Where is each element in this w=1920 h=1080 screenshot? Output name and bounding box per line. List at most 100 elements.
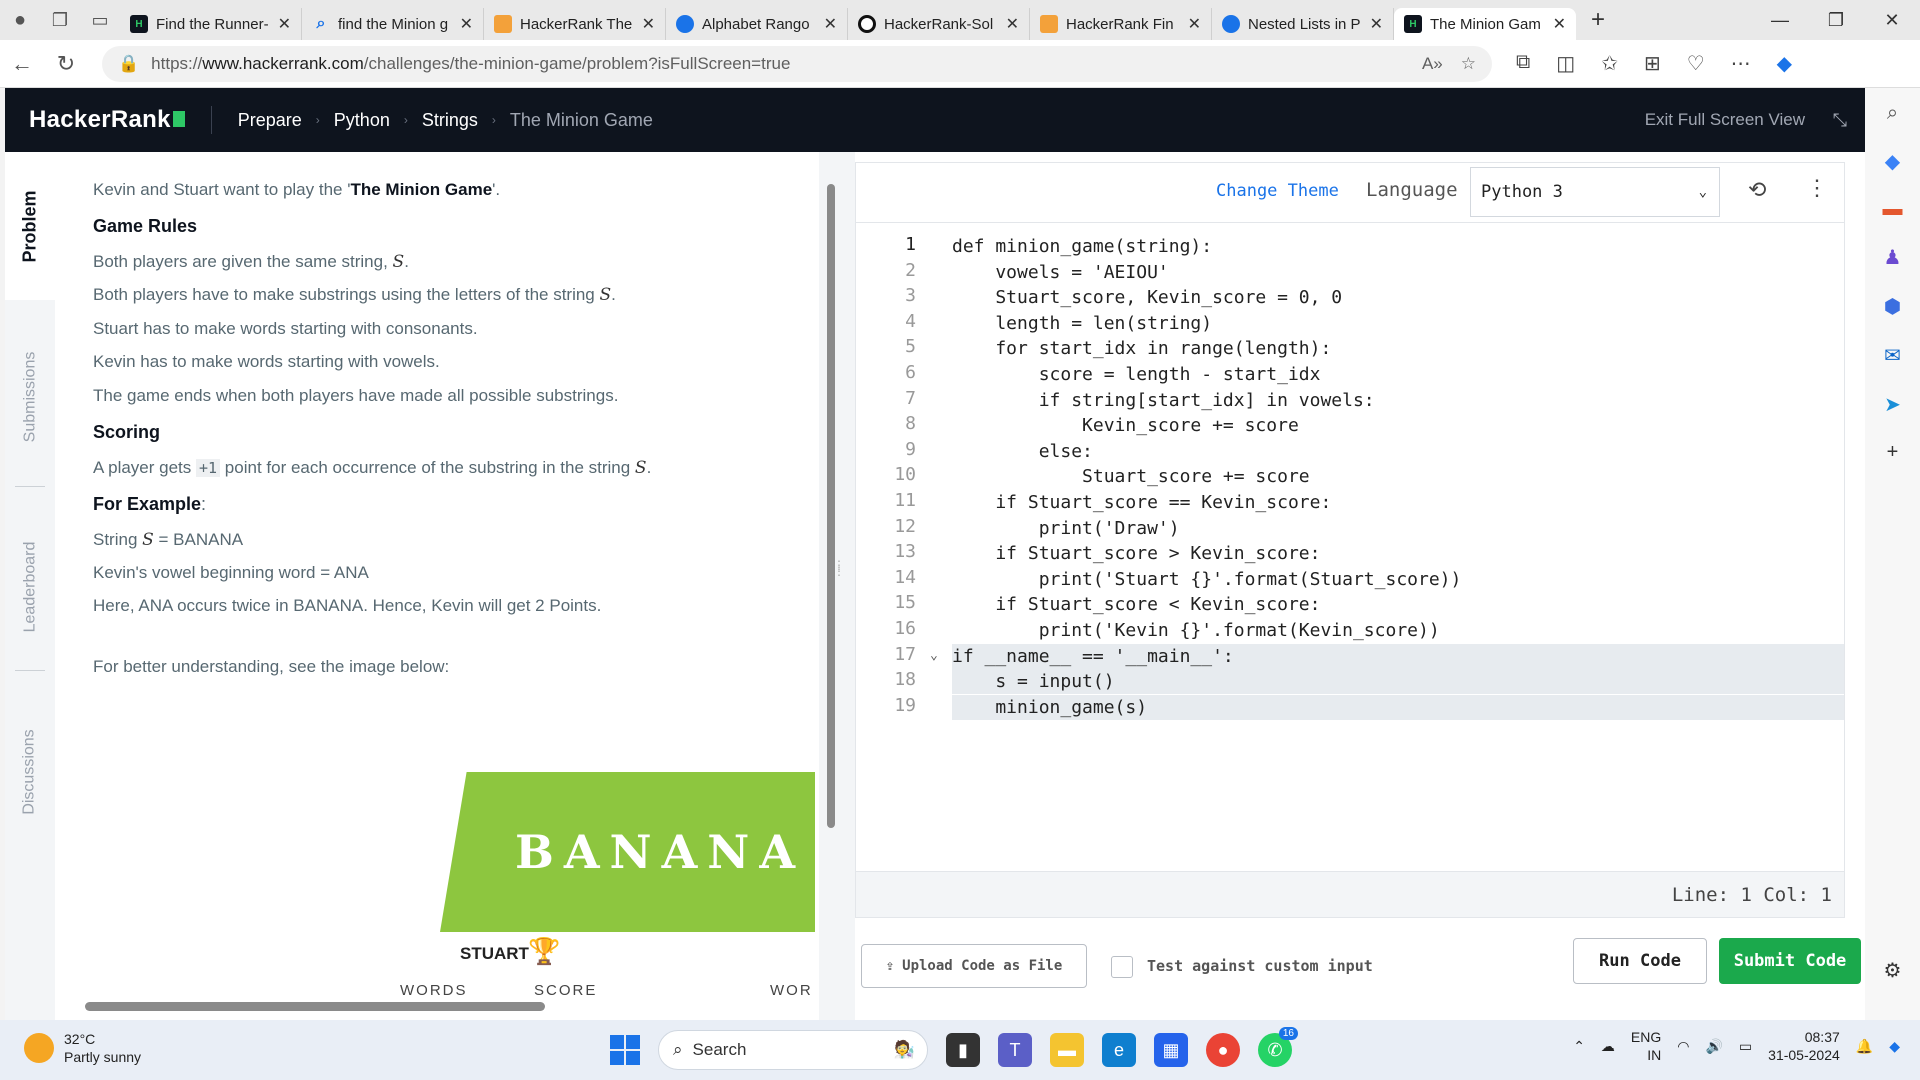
chrome-icon[interactable]: ●: [1206, 1033, 1240, 1067]
editor-outer-scroll-thumb[interactable]: [827, 184, 835, 828]
browser-tab[interactable]: Nested Lists in P ✕: [1212, 8, 1394, 40]
code-line[interactable]: def minion_game(string):: [952, 234, 1844, 259]
clock[interactable]: 08:37 31-05-2024: [1768, 1028, 1840, 1064]
browser-tab[interactable]: HackerRank-Sol ✕: [848, 8, 1030, 40]
outlook-icon[interactable]: ✉: [1884, 343, 1901, 368]
code-line[interactable]: if Stuart_score > Kevin_score:: [952, 541, 1844, 566]
editor-outer-scrollbar[interactable]: [825, 158, 837, 1018]
workspaces-icon[interactable]: ❐: [40, 10, 80, 31]
volume-icon[interactable]: 🔊: [1705, 1038, 1722, 1055]
close-tab-icon[interactable]: ✕: [824, 14, 837, 34]
battery-icon[interactable]: ▭: [1739, 1038, 1752, 1055]
close-tab-icon[interactable]: ✕: [460, 14, 473, 34]
custom-input-checkbox[interactable]: [1111, 956, 1133, 978]
task-view-icon[interactable]: ▮: [946, 1033, 980, 1067]
hackerrank-logo[interactable]: HackerRank: [29, 106, 185, 134]
favorites-icon[interactable]: ✩: [1601, 51, 1618, 76]
problem-h-scroll-thumb[interactable]: [85, 1002, 545, 1011]
more-menu-icon[interactable]: ⋯: [1731, 51, 1751, 76]
file-explorer-icon[interactable]: ▬: [1050, 1033, 1084, 1067]
tab-problem[interactable]: Problem: [5, 152, 55, 300]
m365-icon[interactable]: ⬢: [1884, 294, 1901, 319]
language-indicator[interactable]: ENG IN: [1631, 1028, 1661, 1064]
edge-icon[interactable]: e: [1102, 1033, 1136, 1067]
collapse-icon[interactable]: ⤡: [1833, 110, 1847, 131]
language-select[interactable]: Python 3 ⌄: [1470, 167, 1720, 217]
code-line[interactable]: minion_game(s): [952, 694, 1844, 720]
custom-input-label[interactable]: Test against custom input: [1147, 957, 1373, 975]
url-field[interactable]: 🔒 https://www.hackerrank.com/challenges/…: [102, 45, 1492, 82]
browser-tab[interactable]: HackerRank Fin ✕: [1030, 8, 1212, 40]
history-icon[interactable]: ⟲: [1748, 177, 1766, 203]
browser-tab[interactable]: Alphabet Rango ✕: [666, 8, 848, 40]
onedrive-icon[interactable]: ☁: [1601, 1038, 1615, 1055]
back-icon[interactable]: ←: [0, 51, 44, 77]
close-tab-icon[interactable]: ✕: [1006, 14, 1019, 34]
collections-icon[interactable]: ⊞: [1644, 51, 1661, 76]
performance-icon[interactable]: ♡: [1687, 51, 1705, 76]
start-icon[interactable]: [610, 1035, 640, 1065]
close-tab-icon[interactable]: ✕: [1370, 14, 1383, 34]
code-line[interactable]: print('Kevin {}'.format(Kevin_score)): [952, 618, 1844, 643]
code-line[interactable]: else:: [952, 439, 1844, 464]
run-code-button[interactable]: Run Code: [1573, 938, 1707, 984]
code-line[interactable]: if __name__ == '__main__':: [952, 643, 1844, 669]
code-line[interactable]: score = length - start_idx: [952, 362, 1844, 387]
favorite-star-icon[interactable]: ☆: [1461, 54, 1476, 74]
code-line[interactable]: if Stuart_score == Kevin_score:: [952, 490, 1844, 515]
settings-icon[interactable]: ⚙: [1884, 958, 1902, 983]
minimize-icon[interactable]: —: [1752, 0, 1808, 40]
search-icon[interactable]: ⌕: [1887, 102, 1898, 125]
code-line[interactable]: vowels = 'AEIOU': [952, 260, 1844, 285]
games-icon[interactable]: ♟: [1884, 245, 1902, 270]
tab-actions-icon[interactable]: ▭: [80, 10, 120, 31]
upload-code-button[interactable]: ⇪ Upload Code as File: [861, 944, 1087, 988]
copilot-taskbar-icon[interactable]: ◆: [1889, 1038, 1900, 1055]
toolbox-icon[interactable]: ▬: [1883, 198, 1903, 221]
browser-tab[interactable]: The Minion Gam ✕: [1394, 8, 1576, 40]
chevron-up-icon[interactable]: ⌃: [1573, 1038, 1585, 1055]
code-line[interactable]: print('Draw'): [952, 516, 1844, 541]
browser-tab[interactable]: ⌕ find the Minion g ✕: [302, 8, 484, 40]
exit-fullscreen-link[interactable]: Exit Full Screen View: [1645, 110, 1805, 130]
tab-leaderboard[interactable]: Leaderboard: [5, 507, 55, 667]
code-line[interactable]: print('Stuart {}'.format(Stuart_score)): [952, 567, 1844, 592]
extensions-icon[interactable]: ⧉: [1516, 51, 1530, 76]
tab-submissions[interactable]: Submissions: [5, 322, 55, 472]
store-icon[interactable]: ▦: [1154, 1033, 1188, 1067]
close-tab-icon[interactable]: ✕: [1188, 14, 1201, 34]
change-theme-link[interactable]: Change Theme: [1216, 181, 1339, 201]
close-tab-icon[interactable]: ✕: [1553, 14, 1566, 34]
read-aloud-icon[interactable]: A»: [1422, 54, 1443, 74]
profile-icon[interactable]: ●: [0, 9, 40, 32]
code-line[interactable]: for start_idx in range(length):: [952, 336, 1844, 361]
weather-widget[interactable]: 32°C Partly sunny: [24, 1030, 141, 1066]
add-icon[interactable]: +: [1887, 441, 1899, 464]
submit-code-button[interactable]: Submit Code: [1719, 938, 1861, 984]
teams-icon[interactable]: T: [998, 1033, 1032, 1067]
code-line[interactable]: length = len(string): [952, 311, 1844, 336]
browser-tab[interactable]: HackerRank The ✕: [484, 8, 666, 40]
problem-h-scrollbar[interactable]: [65, 998, 785, 1012]
breadcrumb-prepare[interactable]: Prepare: [238, 110, 302, 131]
code-line[interactable]: Stuart_score, Kevin_score = 0, 0: [952, 285, 1844, 310]
fold-icon[interactable]: ⌄: [930, 648, 938, 663]
breadcrumb-strings[interactable]: Strings: [422, 110, 478, 131]
whatsapp-icon[interactable]: ✆ 16: [1258, 1027, 1298, 1067]
wifi-icon[interactable]: ◠: [1677, 1038, 1689, 1055]
tab-discussions[interactable]: Discussions: [5, 692, 55, 852]
send-icon[interactable]: ➤: [1884, 392, 1901, 417]
close-tab-icon[interactable]: ✕: [278, 14, 291, 34]
code-line[interactable]: Stuart_score += score: [952, 464, 1844, 489]
notification-bell-icon[interactable]: 🔔: [1856, 1038, 1873, 1055]
browser-tab[interactable]: Find the Runner- ✕: [120, 8, 302, 40]
close-tab-icon[interactable]: ✕: [642, 14, 655, 34]
code-line[interactable]: if Stuart_score < Kevin_score:: [952, 592, 1844, 617]
tag-icon[interactable]: ◆: [1885, 149, 1900, 174]
breadcrumb-python[interactable]: Python: [334, 110, 390, 131]
new-tab-button[interactable]: +: [1576, 6, 1620, 34]
code-line[interactable]: Kevin_score += score: [952, 413, 1844, 438]
copilot-icon[interactable]: ◆: [1777, 51, 1792, 76]
close-icon[interactable]: ✕: [1864, 0, 1920, 40]
restore-icon[interactable]: ❐: [1808, 0, 1864, 40]
